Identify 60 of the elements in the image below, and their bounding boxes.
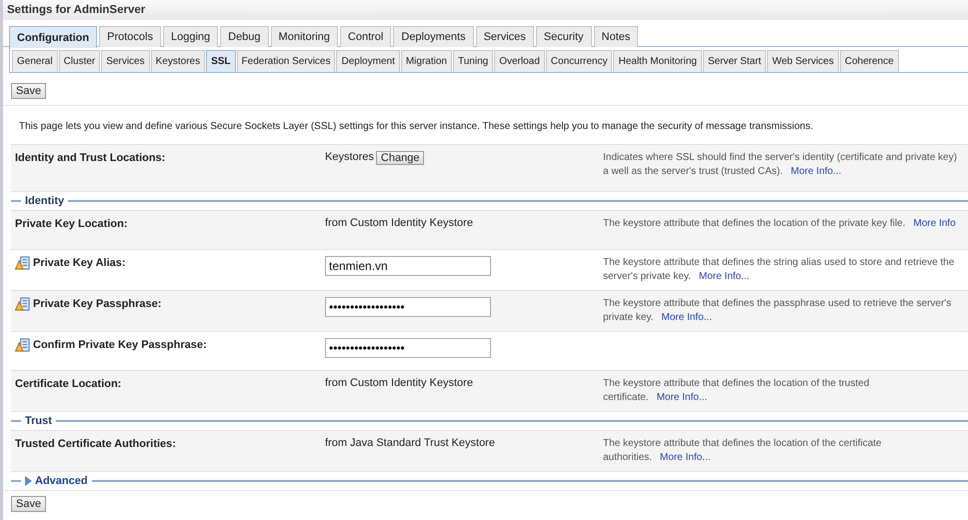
field-label: Certificate Location: (15, 377, 122, 391)
more-info-link[interactable]: More Info (913, 218, 956, 229)
tab[interactable]: Security (536, 26, 592, 47)
tab[interactable]: Federation Services (236, 50, 336, 72)
field-value: from Custom Identity Keystore (325, 217, 473, 229)
expand-triangle-icon[interactable] (25, 476, 32, 486)
field-label: Private Key Location: (15, 217, 128, 231)
tab[interactable]: Services (101, 50, 150, 72)
section-title[interactable]: Advanced (35, 475, 88, 487)
save-button[interactable]: Save (11, 83, 46, 99)
input-field[interactable]: tenmien.vn (325, 256, 491, 276)
tab[interactable]: Configuration (9, 26, 98, 48)
field-label: Private Key Passphrase: (33, 297, 162, 311)
tab[interactable]: Overload (494, 50, 545, 72)
field-value: from Custom Identity Keystore (325, 377, 473, 389)
tab[interactable]: Health Monitoring (613, 50, 702, 72)
tab[interactable]: Coherence (840, 50, 899, 72)
tab[interactable]: Debug (220, 26, 269, 47)
field-description: The keystore attribute that defines the location of the private key file. More Info (603, 217, 957, 231)
tab[interactable]: Tuning (452, 50, 494, 72)
tab[interactable]: Monitoring (270, 26, 338, 47)
section-title: Identity (25, 195, 64, 207)
tab[interactable]: General (12, 50, 58, 72)
tab[interactable]: Protocols (99, 26, 161, 47)
more-info-link[interactable]: More Info... (790, 166, 842, 177)
change-button[interactable]: Change (376, 151, 424, 165)
field-description: The keystore attribute that defines the location of the certificate authorities. More Info... (603, 437, 882, 465)
tab[interactable]: Web Services (767, 50, 839, 72)
more-info-link[interactable]: More Info... (661, 312, 712, 323)
more-info-link[interactable]: More Info... (698, 271, 750, 282)
input-field[interactable]: •••••••••••••••••• (325, 297, 491, 317)
field-value: from Java Standard Trust Keystore (325, 437, 495, 449)
section-title: Trust (25, 415, 52, 427)
tab[interactable]: Notes (594, 26, 638, 47)
tab[interactable]: Concurrency (546, 50, 612, 72)
field-description: The keystore attribute that defines the string alias used to store and retrieve the server's private key. More Info... (603, 256, 956, 284)
more-info-link[interactable]: More Info... (660, 452, 710, 463)
tab[interactable]: SSL (206, 50, 236, 72)
field-description: Indicates where SSL should find the server's identity (certificate and private key) a well as the server's trust (trusted CAs). More Info... (603, 151, 958, 179)
tab[interactable]: Deployments (393, 26, 474, 47)
field-description: The keystore attribute that defines the passphrase used to retrieve the server's private key. More Info... (603, 297, 952, 325)
intro-text: This page lets you view and define various Secure Sockets Layer (SSL) settings for this server instance. These settings help you to manage the security of message transmissions. (18, 120, 814, 134)
field-label: Trusted Certificate Authorities: (15, 437, 176, 451)
input-field[interactable]: •••••••••••••••••• (325, 338, 491, 358)
field-label: Identity and Trust Locations: (15, 151, 166, 165)
tab[interactable]: Migration (400, 50, 452, 72)
tab[interactable]: Logging (162, 26, 218, 47)
tab[interactable]: Control (340, 26, 392, 47)
field-value: Keystores (325, 151, 374, 163)
field-label: Confirm Private Key Passphrase: (33, 338, 207, 352)
field-description: The keystore attribute that defines the location of the trusted certificate. More Info... (603, 377, 870, 405)
window-title: Settings for AdminServer (3, 0, 968, 20)
tab[interactable]: Deployment (336, 50, 400, 72)
more-info-link[interactable]: More Info... (656, 392, 708, 403)
tab[interactable]: Cluster (58, 50, 100, 72)
tab[interactable]: Services (476, 26, 534, 47)
tab[interactable]: Keystores (150, 50, 206, 72)
field-label: Private Key Alias: (33, 256, 126, 270)
save-button[interactable]: Save (11, 496, 46, 512)
tab[interactable]: Server Start (702, 50, 766, 72)
